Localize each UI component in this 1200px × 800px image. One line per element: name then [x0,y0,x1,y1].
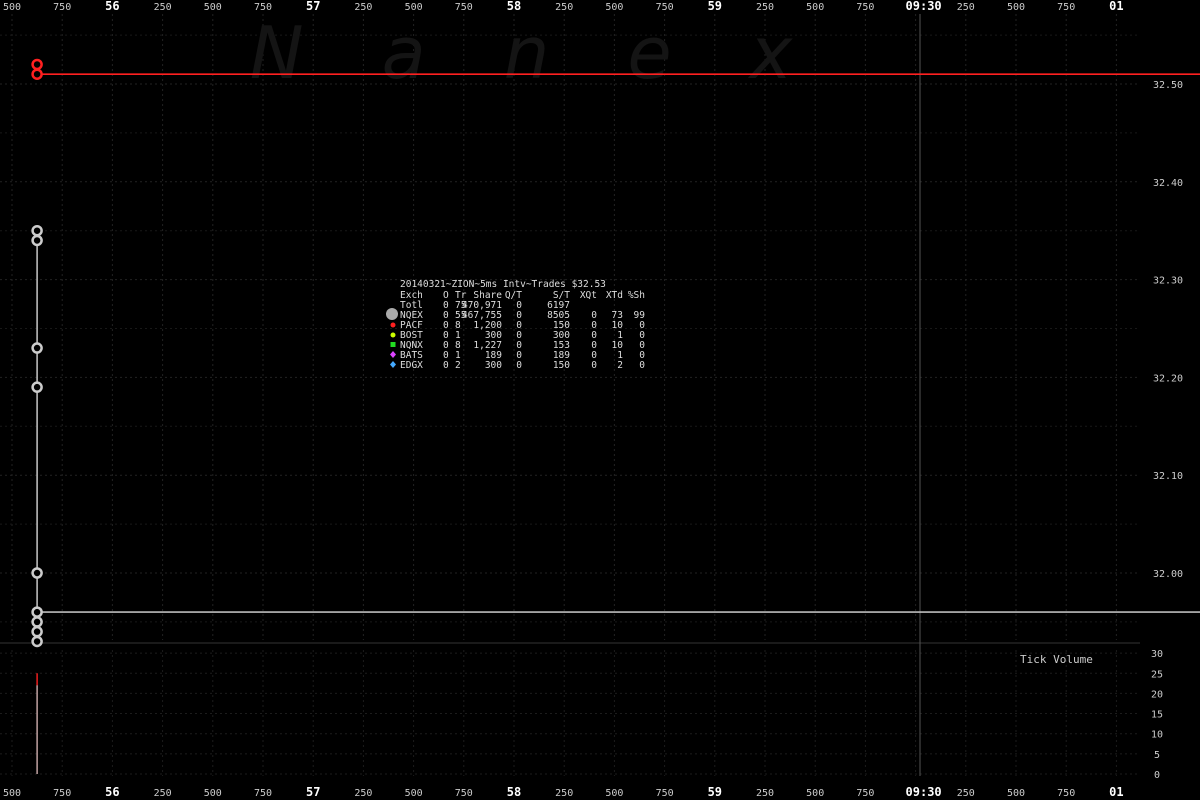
table-cell: 150 [553,360,570,371]
time-tick-label: 500 [204,2,222,13]
table-cell: 0 [591,360,597,371]
time-tick-label: 500 [405,2,423,13]
time-tick-label: 59 [708,0,722,13]
volume-tick-label: 0 [1154,770,1160,781]
stats-table: 20140321~ZION~5ms Intv~Trades $32.53 Exc… [386,279,645,371]
time-tick-label: 500 [1007,788,1025,799]
grid-lines [0,14,1140,776]
time-tick-label: 58 [507,785,521,799]
time-tick-label: 500 [204,788,222,799]
time-tick-label: 500 [1007,2,1025,13]
time-tick-label: 500 [3,2,21,13]
time-tick-label: 500 [605,2,623,13]
time-tick-label: 56 [105,785,119,799]
table-header-cell: XQt [580,290,597,301]
trade-marker [31,234,43,247]
time-tick-label: 57 [306,0,320,13]
time-tick-label: 250 [354,788,372,799]
legend-marker [390,351,396,358]
time-tick-label: 57 [306,785,320,799]
trade-marker [31,342,43,354]
trade-marker [31,224,43,237]
table-title: 20140321~ZION~5ms Intv~Trades $32.53 [400,279,606,290]
time-tick-label: 250 [957,788,975,799]
watermark: Nanex [250,11,871,95]
trade-marker [31,625,43,638]
time-tick-label: 500 [806,788,824,799]
table-cell: 2 [617,360,623,371]
table-cell: 2 [455,360,461,371]
time-tick-label: 09:30 [906,0,942,13]
volume-bars [36,673,38,774]
volume-tick-label: 5 [1154,750,1160,761]
time-tick-label: 09:30 [906,785,942,799]
price-tick-label: 32.00 [1153,569,1183,580]
time-tick-label: 59 [708,785,722,799]
time-tick-label: 250 [555,788,573,799]
volume-tick-label: 20 [1151,689,1163,700]
trade-marker [31,635,43,648]
trade-chart: Nanex 500 750 56 250 500 750 57 250 500 750 58 250 5… [0,0,1200,799]
legend-marker [390,342,396,347]
time-tick-label: 750 [1057,2,1075,13]
time-tick-label: 750 [856,788,874,799]
time-axis-top: 500 750 56 250 500 750 57 250 500 750 58 250 500 750 5… [3,0,1124,13]
price-tick-label: 32.20 [1153,373,1183,384]
legend-marker [390,322,396,328]
time-tick-label: 500 [806,2,824,13]
trade-marker [31,58,43,71]
time-tick-label: 01 [1109,0,1123,13]
price-tick-label: 32.50 [1153,80,1183,91]
price-tick-label: 32.10 [1153,471,1183,482]
trade-marker [31,616,43,628]
time-tick-label: 750 [254,788,272,799]
time-tick-label: 750 [53,2,71,13]
table-header-cell: XTd [606,290,623,301]
time-tick-label: 250 [555,2,573,13]
time-tick-label: 01 [1109,785,1123,799]
time-tick-label: 750 [254,2,272,13]
time-tick-label: 750 [53,788,71,799]
table-cell: 300 [485,360,502,371]
time-tick-label: 750 [656,2,674,13]
price-tick-label: 32.40 [1153,178,1183,189]
legend-marker [386,308,398,320]
volume-tick-label: 15 [1151,710,1163,721]
time-tick-label: 250 [354,2,372,13]
time-tick-label: 750 [656,788,674,799]
table-header-cell: %Sh [628,290,645,301]
legend-marker [390,332,396,338]
time-tick-label: 750 [1057,788,1075,799]
time-axis-bottom: 500 750 56 250 500 750 57 250 500 750 58 250 500 750 5… [3,785,1124,799]
table-cell: 0 [639,360,645,371]
time-tick-label: 250 [756,788,774,799]
time-tick-label: 250 [154,788,172,799]
trade-marker [31,606,43,618]
time-tick-label: 750 [455,2,473,13]
legend-marker [390,361,396,368]
time-tick-label: 250 [756,2,774,13]
time-tick-label: 250 [154,2,172,13]
time-tick-label: 500 [3,788,21,799]
time-tick-label: 500 [405,788,423,799]
time-tick-label: 58 [507,0,521,13]
time-tick-label: 250 [957,2,975,13]
time-tick-label: 750 [856,2,874,13]
volume-tick-label: 10 [1151,730,1163,741]
table-cell: 0 [516,360,522,371]
time-tick-label: 750 [455,788,473,799]
trade-marker [31,567,43,579]
price-axis: 32.50 32.40 32.30 32.20 32.10 32.00 [1153,80,1183,580]
trade-marker [31,381,43,393]
volume-tick-label: 30 [1151,649,1163,660]
time-tick-label: 56 [105,0,119,13]
volume-axis: 30 25 20 15 10 5 0 [1151,649,1163,781]
table-cell: 0 [443,360,449,371]
trade-marker [31,68,43,80]
volume-axis-title: Tick Volume [1020,653,1093,666]
table-cell: EDGX [400,360,423,371]
price-tick-label: 32.30 [1153,276,1183,287]
time-tick-label: 500 [605,788,623,799]
volume-tick-label: 25 [1151,669,1163,680]
